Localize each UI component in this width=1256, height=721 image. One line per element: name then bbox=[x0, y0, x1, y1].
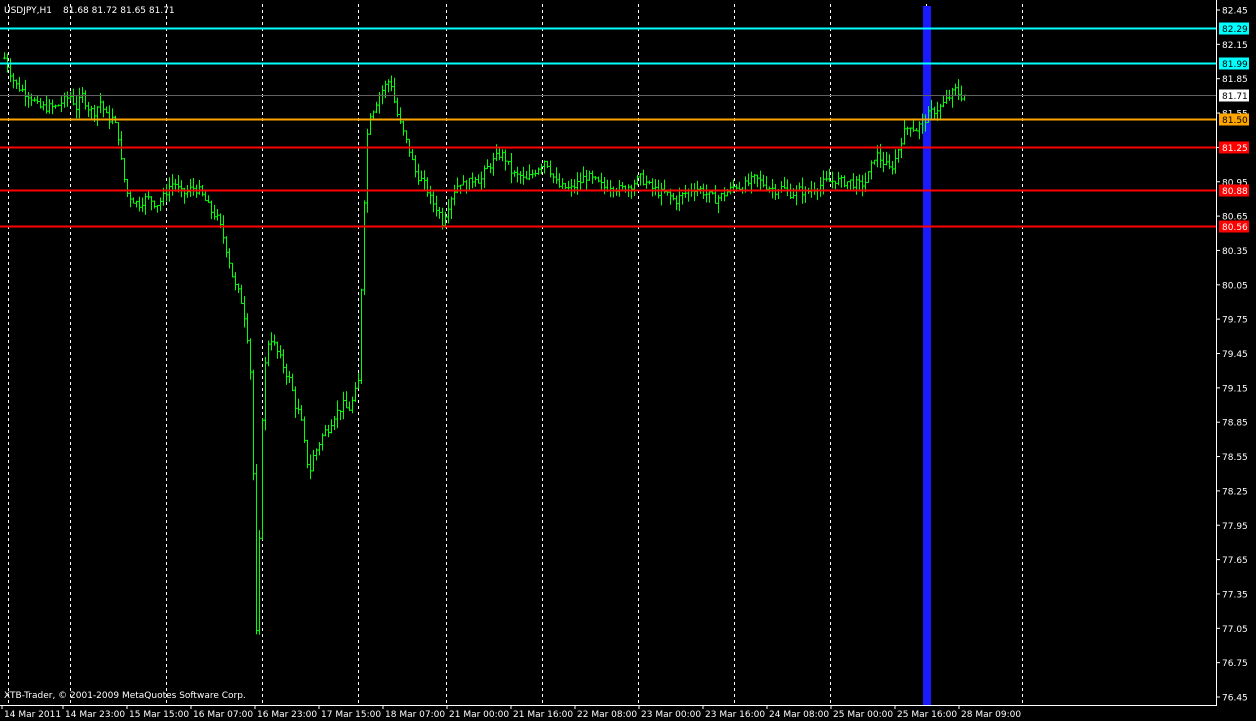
copyright-text: XTB-Trader, © 2001-2009 MetaQuotes Softw… bbox=[4, 691, 246, 701]
y-tick-label: 80.05 bbox=[1222, 281, 1248, 291]
y-tick-label: 79.45 bbox=[1222, 350, 1248, 360]
y-tick-label: 76.45 bbox=[1222, 694, 1248, 704]
x-tick-label: 14 Mar 2011 bbox=[4, 710, 61, 720]
x-tick-label: 14 Mar 23:00 bbox=[65, 710, 125, 720]
y-tick-label: 77.95 bbox=[1222, 522, 1248, 532]
y-tick-label: 78.55 bbox=[1222, 453, 1248, 463]
x-tick-label: 17 Mar 15:00 bbox=[321, 710, 381, 720]
level-label: 80.88 bbox=[1222, 187, 1248, 197]
y-tick-label: 82.15 bbox=[1222, 41, 1248, 51]
level-label: 81.71 bbox=[1222, 92, 1248, 102]
y-tick-label: 78.85 bbox=[1222, 419, 1248, 429]
chart-background bbox=[0, 0, 1256, 721]
x-tick-label: 25 Mar 16:00 bbox=[897, 710, 957, 720]
y-tick-label: 79.15 bbox=[1222, 384, 1248, 394]
level-label: 81.25 bbox=[1222, 144, 1248, 154]
y-tick-label: 79.75 bbox=[1222, 316, 1248, 326]
x-tick-label: 18 Mar 07:00 bbox=[385, 710, 445, 720]
x-tick-label: 22 Mar 08:00 bbox=[577, 710, 637, 720]
x-tick-label: 23 Mar 16:00 bbox=[705, 710, 765, 720]
y-tick-label: 77.65 bbox=[1222, 556, 1248, 566]
x-tick-label: 16 Mar 07:00 bbox=[193, 710, 253, 720]
level-label: 82.29 bbox=[1222, 25, 1248, 35]
x-tick-label: 23 Mar 00:00 bbox=[641, 710, 701, 720]
y-tick-label: 81.85 bbox=[1222, 75, 1248, 85]
x-tick-label: 24 Mar 08:00 bbox=[769, 710, 829, 720]
x-tick-label: 25 Mar 00:00 bbox=[833, 710, 893, 720]
y-tick-label: 82.45 bbox=[1222, 7, 1248, 17]
x-tick-label: 28 Mar 09:00 bbox=[961, 710, 1021, 720]
x-tick-label: 21 Mar 16:00 bbox=[513, 710, 573, 720]
x-tick-label: 21 Mar 00:00 bbox=[449, 710, 509, 720]
y-tick-label: 77.05 bbox=[1222, 625, 1248, 635]
y-tick-label: 77.35 bbox=[1222, 590, 1248, 600]
y-tick-label: 80.35 bbox=[1222, 247, 1248, 257]
y-tick-label: 78.25 bbox=[1222, 487, 1248, 497]
y-tick-label: 76.75 bbox=[1222, 659, 1248, 669]
level-label: 81.50 bbox=[1222, 116, 1248, 126]
header-symbol: USDJPY,H1 bbox=[4, 6, 52, 16]
price-chart[interactable]: 82.4582.1581.8581.5581.2580.9580.6580.35… bbox=[0, 0, 1256, 721]
level-label: 81.99 bbox=[1222, 60, 1248, 70]
x-tick-label: 16 Mar 23:00 bbox=[257, 710, 317, 720]
level-label: 80.56 bbox=[1222, 223, 1248, 233]
x-tick-label: 15 Mar 15:00 bbox=[129, 710, 189, 720]
header-ohlc: 81.68 81.72 81.65 81.71 bbox=[63, 6, 175, 16]
